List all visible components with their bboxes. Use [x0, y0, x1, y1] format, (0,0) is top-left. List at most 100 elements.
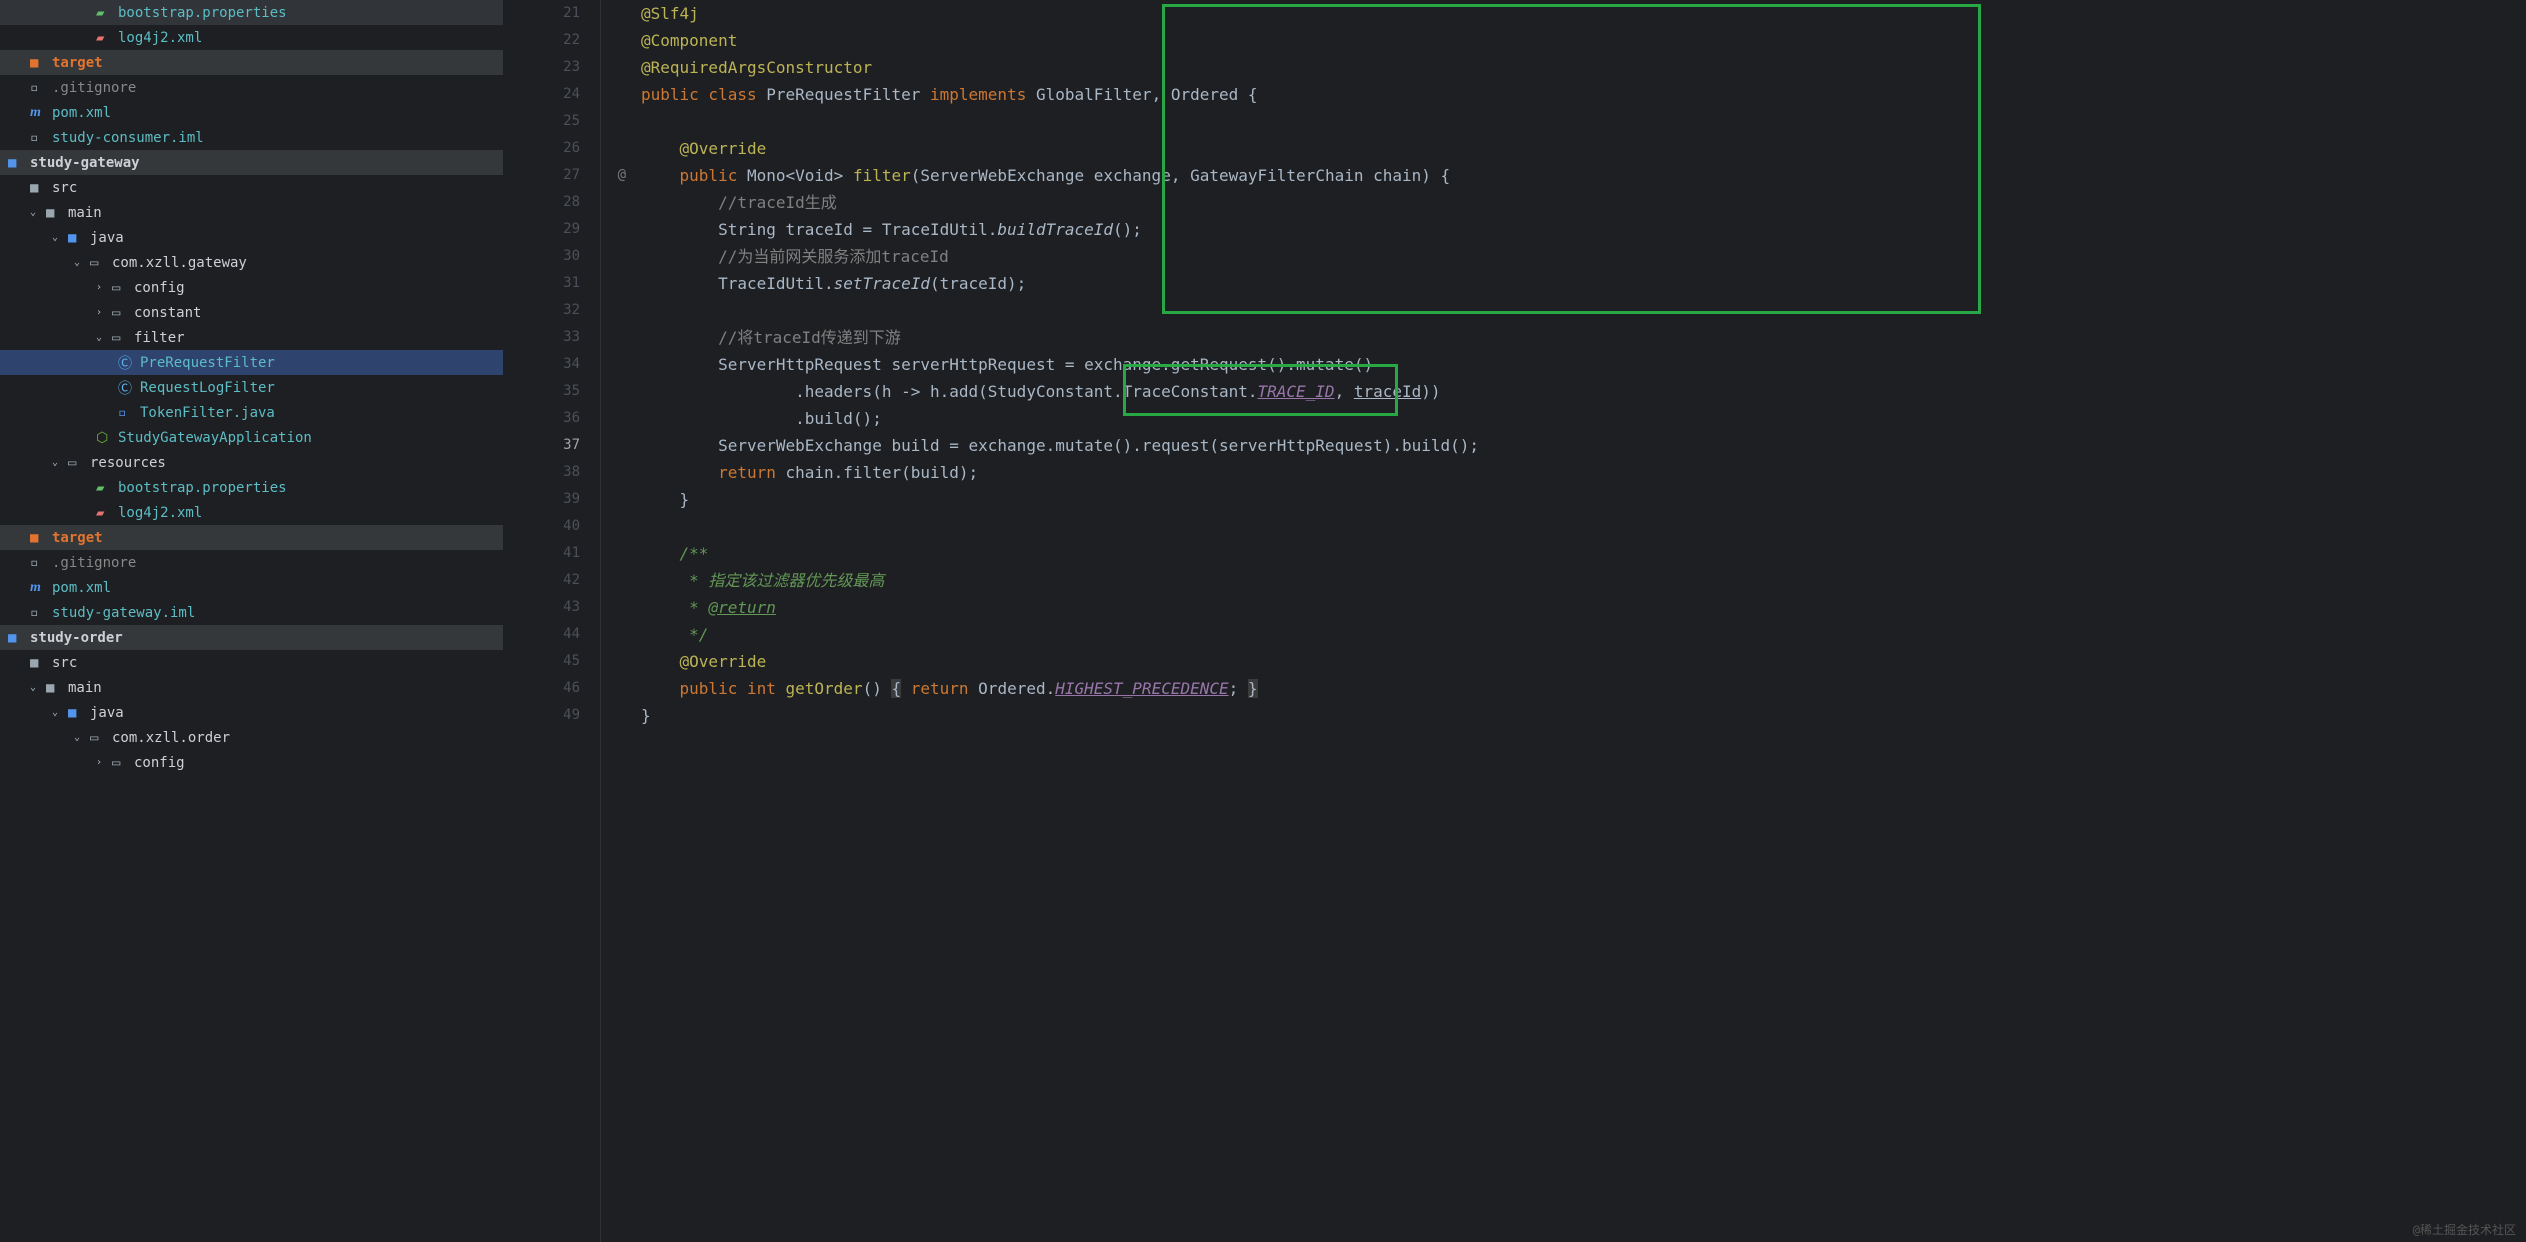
tree-class-requestlogfilter[interactable]: ⒸRequestLogFilter [0, 375, 503, 400]
tree-label: pom.xml [52, 105, 111, 121]
tree-label: java [90, 230, 124, 246]
tree-file-bootstrap[interactable]: ▰bootstrap.properties [0, 0, 503, 25]
file-icon: ▫ [30, 605, 48, 621]
file-icon: ▫ [30, 80, 48, 96]
code-text: HIGHEST_PRECEDENCE [1055, 679, 1228, 698]
code-text: getOrder [786, 679, 863, 698]
line-number: 45 [503, 648, 580, 675]
code-text: * 指定该过滤器优先级最高 [680, 571, 885, 590]
tree-label: TokenFilter.java [140, 405, 275, 421]
code-text: @Slf4j [641, 4, 699, 23]
tree-folder-java2[interactable]: ⌄■java [0, 700, 503, 725]
line-number: 41 [503, 540, 580, 567]
code-text: ServerHttpRequest serverHttpRequest = ex… [718, 355, 1373, 374]
line-number: 21 [503, 0, 580, 27]
code-text: public [680, 166, 747, 185]
tree-file-iml2[interactable]: ▫study-gateway.iml [0, 600, 503, 625]
code-text: GlobalFilter, Ordered { [1036, 85, 1258, 104]
tree-class-prerequestfilter[interactable]: ⒸPreRequestFilter [0, 350, 503, 375]
tree-package-config2[interactable]: ›▭config [0, 750, 503, 775]
line-number: 29 [503, 216, 580, 243]
maven-icon: m [30, 105, 48, 121]
chevron-down-icon: ⌄ [74, 257, 90, 268]
code-text: String traceId = TraceIdUtil. [718, 220, 997, 239]
code-text: } [1248, 679, 1258, 698]
tree-label: log4j2.xml [118, 30, 202, 46]
tree-label: StudyGatewayApplication [118, 430, 312, 446]
tree-file-tokenfilter[interactable]: ▫TokenFilter.java [0, 400, 503, 425]
folder-icon: ■ [68, 230, 86, 246]
tree-label: config [134, 755, 185, 771]
code-text: @Component [641, 31, 737, 50]
tree-file-pom2[interactable]: mpom.xml [0, 575, 503, 600]
package-icon: ▭ [90, 730, 108, 746]
tree-file-pom[interactable]: mpom.xml [0, 100, 503, 125]
project-tree[interactable]: ▰bootstrap.properties ▰log4j2.xml ■targe… [0, 0, 503, 1242]
code-text: //为当前网关服务添加traceId [718, 247, 949, 266]
chevron-right-icon: › [96, 307, 112, 318]
tree-package-filter[interactable]: ⌄▭filter [0, 325, 503, 350]
code-editor[interactable]: 21 22 23 24⬡ 25 26 27●↑@ 28 29 30 31 32 … [503, 0, 2526, 1242]
xml-icon: ▰ [96, 505, 114, 521]
chevron-down-icon: ⌄ [30, 207, 46, 218]
folder-icon: ■ [30, 530, 48, 546]
tree-file-log4j2-2[interactable]: ▰log4j2.xml [0, 500, 503, 525]
code-text: /** [680, 544, 709, 563]
tree-module-order[interactable]: ■study-order [0, 625, 503, 650]
code-content[interactable]: @Slf4j @Component @RequiredArgsConstruct… [601, 0, 1479, 1242]
chevron-right-icon: › [96, 282, 112, 293]
tree-folder-resources[interactable]: ⌄▭resources [0, 450, 503, 475]
folder-icon: ■ [30, 655, 48, 671]
code-text: @Override [680, 652, 767, 671]
chevron-down-icon: ⌄ [74, 732, 90, 743]
tree-label: bootstrap.properties [118, 5, 287, 21]
tree-label: resources [90, 455, 166, 471]
tree-folder-src2[interactable]: ■src [0, 650, 503, 675]
code-text: )) [1421, 382, 1440, 401]
code-text: TraceIdUtil. [718, 274, 834, 293]
code-text: } [680, 490, 690, 509]
line-number: 38 [503, 459, 580, 486]
tree-folder-src[interactable]: ■src [0, 175, 503, 200]
tree-label: .gitignore [52, 80, 136, 96]
code-text: implements [930, 85, 1036, 104]
tree-folder-main[interactable]: ⌄■main [0, 200, 503, 225]
code-text: //将traceId传递到下游 [718, 328, 901, 347]
tree-package-config[interactable]: ›▭config [0, 275, 503, 300]
line-number: 42 [503, 567, 580, 594]
line-number: 35 [503, 378, 580, 405]
line-number: 22 [503, 27, 580, 54]
code-text: } [641, 706, 651, 725]
tree-file-gitignore[interactable]: ▫.gitignore [0, 75, 503, 100]
tree-file-bootstrap2[interactable]: ▰bootstrap.properties [0, 475, 503, 500]
tree-folder-target2[interactable]: ■target [0, 525, 503, 550]
tree-label: java [90, 705, 124, 721]
line-number [503, 729, 580, 756]
code-text: traceId [1354, 382, 1421, 401]
tree-label: main [68, 680, 102, 696]
line-number: 40 [503, 513, 580, 540]
tree-label: src [52, 180, 77, 196]
folder-icon: ■ [46, 205, 64, 221]
code-text: PreRequestFilter [766, 85, 930, 104]
tree-package-constant[interactable]: ›▭constant [0, 300, 503, 325]
tree-module-gateway[interactable]: ■study-gateway [0, 150, 503, 175]
module-icon: ■ [8, 155, 26, 171]
tree-folder-main2[interactable]: ⌄■main [0, 675, 503, 700]
tree-file-iml[interactable]: ▫study-consumer.iml [0, 125, 503, 150]
code-text: return [901, 679, 978, 698]
tree-class-studygatewayapp[interactable]: ⬡StudyGatewayApplication [0, 425, 503, 450]
folder-icon: ■ [46, 680, 64, 696]
tree-file-gitignore2[interactable]: ▫.gitignore [0, 550, 503, 575]
tree-package-gateway[interactable]: ⌄▭com.xzll.gateway [0, 250, 503, 275]
line-number: 43 [503, 594, 580, 621]
tree-file-log4j2[interactable]: ▰log4j2.xml [0, 25, 503, 50]
chevron-down-icon: ⌄ [30, 682, 46, 693]
package-icon: ▭ [112, 280, 130, 296]
tree-folder-target[interactable]: ■target [0, 50, 503, 75]
tree-package-order[interactable]: ⌄▭com.xzll.order [0, 725, 503, 750]
code-text: @Override [680, 139, 767, 158]
line-number: 30 [503, 243, 580, 270]
xml-icon: ▰ [96, 30, 114, 46]
tree-folder-java[interactable]: ⌄■java [0, 225, 503, 250]
